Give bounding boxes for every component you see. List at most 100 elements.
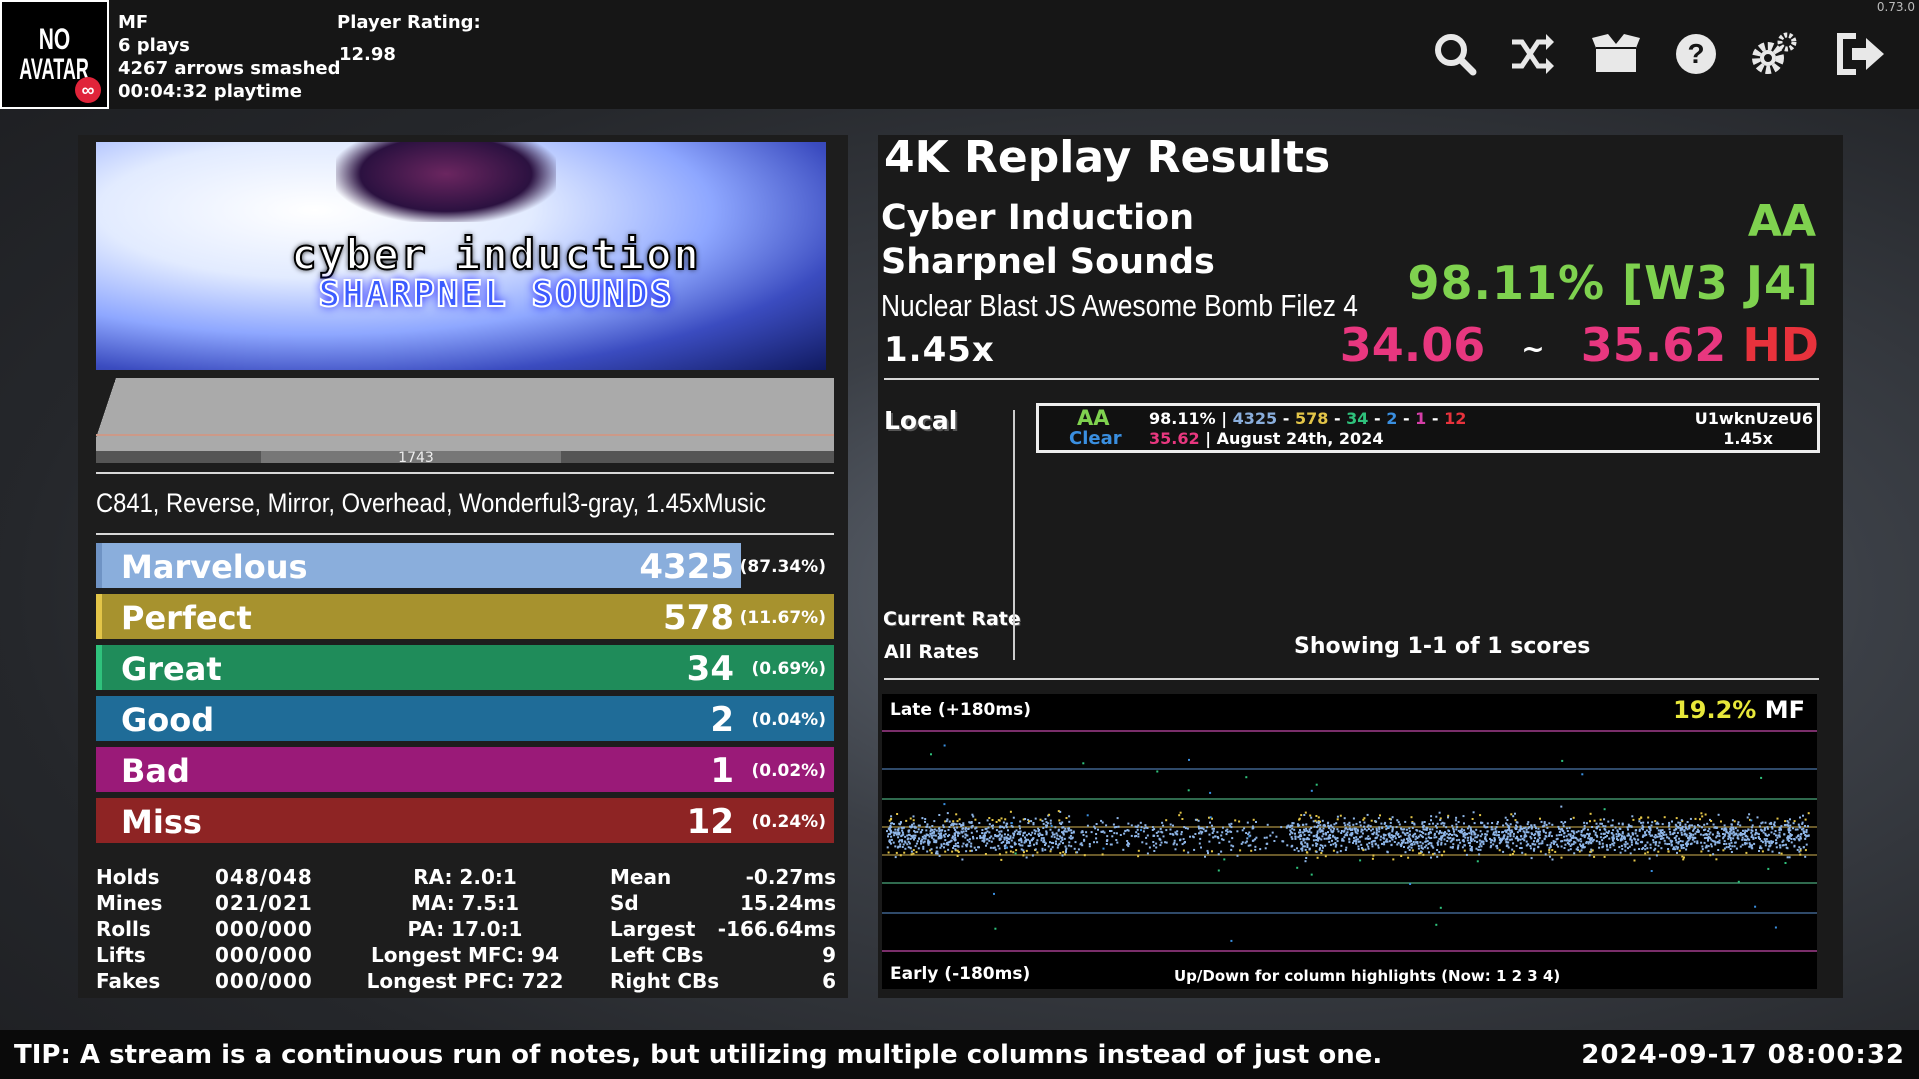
offset-point bbox=[1704, 813, 1707, 816]
offset-point bbox=[962, 822, 965, 825]
offset-point bbox=[1162, 824, 1165, 827]
offset-point bbox=[1019, 833, 1021, 836]
offset-point bbox=[1290, 824, 1292, 827]
offset-point bbox=[1424, 828, 1427, 831]
offset-point bbox=[981, 832, 984, 835]
offset-point bbox=[1044, 844, 1046, 846]
offset-point bbox=[1112, 823, 1115, 826]
offset-point bbox=[984, 827, 987, 830]
offset-point bbox=[1322, 827, 1325, 830]
offset-point bbox=[1599, 828, 1601, 831]
offset-point bbox=[928, 835, 931, 838]
offset-point bbox=[1431, 845, 1434, 848]
offset-point bbox=[1003, 833, 1006, 836]
settings-icon[interactable] bbox=[1750, 30, 1798, 78]
score-stats-line2: 35.62 | August 24th, 2024 bbox=[1149, 429, 1383, 448]
offset-point bbox=[1290, 836, 1293, 839]
offset-point bbox=[1362, 818, 1365, 821]
offset-point bbox=[924, 820, 926, 823]
offset-point bbox=[895, 833, 898, 836]
offset-point bbox=[1148, 846, 1151, 849]
offset-point bbox=[1119, 834, 1122, 836]
package-icon[interactable] bbox=[1590, 30, 1642, 78]
offset-point bbox=[1790, 841, 1793, 844]
offset-point bbox=[1410, 846, 1413, 849]
offset-point bbox=[1679, 828, 1682, 831]
offset-point bbox=[1086, 824, 1089, 827]
offset-point bbox=[1805, 843, 1808, 846]
offset-point bbox=[1603, 808, 1606, 811]
offset-point bbox=[1539, 817, 1541, 820]
offset-point bbox=[1621, 848, 1624, 850]
offset-point bbox=[899, 839, 901, 842]
offset-point bbox=[1516, 831, 1519, 834]
offset-point bbox=[1807, 825, 1809, 828]
offset-point bbox=[1005, 846, 1008, 849]
offset-point bbox=[1522, 830, 1525, 833]
offset-point bbox=[1200, 846, 1202, 849]
offset-point bbox=[1666, 843, 1669, 846]
offset-point bbox=[1593, 855, 1596, 858]
offset-point bbox=[1784, 862, 1787, 864]
offset-point bbox=[1352, 823, 1355, 826]
offset-point bbox=[1116, 817, 1119, 820]
offset-point bbox=[894, 831, 897, 834]
offset-point bbox=[962, 824, 965, 827]
offset-point bbox=[1371, 832, 1374, 835]
offset-point bbox=[1013, 841, 1016, 844]
offset-point bbox=[1059, 835, 1061, 838]
offset-point bbox=[910, 853, 913, 856]
offset-point bbox=[911, 823, 914, 826]
offset-point bbox=[1484, 837, 1486, 840]
offset-point bbox=[933, 828, 936, 831]
offset-point bbox=[1593, 830, 1595, 833]
offset-point bbox=[1752, 837, 1755, 840]
offset-point bbox=[1480, 822, 1483, 825]
search-icon[interactable] bbox=[1431, 30, 1479, 78]
shuffle-icon[interactable] bbox=[1508, 30, 1556, 78]
offset-point bbox=[1643, 834, 1646, 837]
offset-point bbox=[1429, 828, 1431, 831]
offset-point bbox=[961, 835, 964, 838]
offset-point bbox=[1683, 829, 1686, 832]
offset-point bbox=[917, 824, 920, 827]
offset-point bbox=[1491, 839, 1494, 842]
offset-point bbox=[1040, 837, 1043, 840]
density-graph[interactable] bbox=[96, 378, 834, 463]
exit-icon[interactable] bbox=[1834, 30, 1886, 78]
offset-point bbox=[1519, 847, 1522, 849]
offset-point bbox=[1220, 834, 1223, 837]
offset-point bbox=[972, 835, 974, 838]
offset-point bbox=[1182, 849, 1185, 852]
tab-local[interactable]: Local bbox=[884, 406, 957, 435]
offset-point bbox=[1197, 825, 1200, 828]
offset-point bbox=[1231, 837, 1234, 840]
offset-point bbox=[1317, 816, 1320, 819]
tab-all-rates[interactable]: All Rates bbox=[884, 641, 979, 663]
offset-point bbox=[1545, 823, 1548, 826]
offset-point bbox=[1413, 843, 1416, 846]
offset-point bbox=[1766, 840, 1769, 843]
offset-point bbox=[1493, 833, 1496, 836]
offset-point bbox=[1423, 846, 1426, 849]
offset-point bbox=[1478, 839, 1481, 842]
offset-point bbox=[1388, 834, 1390, 836]
offset-point bbox=[1700, 850, 1703, 853]
offset-point bbox=[1484, 835, 1487, 838]
offset-point bbox=[1339, 850, 1342, 853]
offset-point bbox=[925, 829, 928, 832]
offset-point bbox=[998, 819, 1001, 822]
avatar[interactable]: NO AVATAR ∞ bbox=[0, 0, 109, 109]
judgment-percent: (0.24%) bbox=[751, 812, 826, 832]
offset-point bbox=[1548, 849, 1551, 851]
offset-point bbox=[1296, 866, 1299, 869]
offset-point bbox=[901, 840, 904, 843]
offset-point bbox=[943, 842, 945, 845]
offset-point bbox=[964, 836, 967, 839]
score-entry[interactable]: AA Clear 98.11% | 4325 - 578 - 34 - 2 - … bbox=[1036, 403, 1820, 453]
help-icon[interactable]: ? bbox=[1672, 30, 1720, 78]
offset-point bbox=[1207, 852, 1209, 855]
offset-plot[interactable]: Late (+180ms) Early (-180ms) 19.2% MF Up… bbox=[882, 694, 1817, 989]
judgment-stripe bbox=[96, 696, 102, 741]
tab-current-rate[interactable]: Current Rate bbox=[883, 608, 1021, 630]
